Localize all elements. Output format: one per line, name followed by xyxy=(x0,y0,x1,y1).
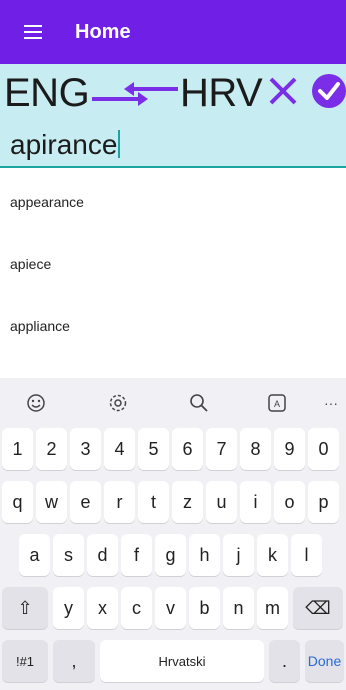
svg-text:A: A xyxy=(274,399,280,409)
input-text: apirance xyxy=(10,128,121,162)
key[interactable]: c xyxy=(121,587,152,629)
key[interactable]: 6 xyxy=(172,428,203,470)
key[interactable]: 1 xyxy=(2,428,33,470)
suggestion-item[interactable]: appearance xyxy=(10,194,84,210)
suggestion-item[interactable]: appliance xyxy=(10,318,70,334)
on-screen-keyboard: A ··· 1 2 3 4 5 6 7 8 9 0 q w e r t z u … xyxy=(0,378,346,690)
key[interactable]: x xyxy=(87,587,118,629)
period-key[interactable]: . xyxy=(269,640,300,682)
key[interactable]: s xyxy=(53,534,84,576)
key[interactable]: z xyxy=(172,481,203,523)
app-bar: Home xyxy=(0,0,346,64)
input-value: apirance xyxy=(10,129,118,160)
text-caret xyxy=(118,130,121,158)
search-icon[interactable] xyxy=(188,392,210,414)
suggestion-item[interactable]: apiece xyxy=(10,256,51,272)
key[interactable]: k xyxy=(257,534,288,576)
source-language[interactable]: ENG xyxy=(4,70,90,116)
comma-key[interactable]: , xyxy=(53,640,95,682)
key[interactable]: w xyxy=(36,481,67,523)
key[interactable]: p xyxy=(308,481,339,523)
key[interactable]: 5 xyxy=(138,428,169,470)
key[interactable]: 7 xyxy=(206,428,237,470)
shift-key[interactable]: ⇧ xyxy=(2,587,48,629)
keyboard-toolbar: A ··· xyxy=(0,378,346,424)
key[interactable]: 2 xyxy=(36,428,67,470)
space-key[interactable]: Hrvatski xyxy=(100,640,264,682)
close-icon[interactable] xyxy=(268,76,298,106)
key[interactable]: r xyxy=(104,481,135,523)
key[interactable]: u xyxy=(206,481,237,523)
check-circle-icon[interactable] xyxy=(310,72,346,110)
key[interactable]: l xyxy=(291,534,322,576)
key[interactable]: 4 xyxy=(104,428,135,470)
more-icon[interactable]: ··· xyxy=(320,392,342,414)
backspace-key[interactable]: ⌫ xyxy=(293,587,343,629)
swap-arrows-icon[interactable] xyxy=(90,72,182,116)
key[interactable]: i xyxy=(240,481,271,523)
translate-icon[interactable]: A xyxy=(266,392,288,414)
key[interactable]: v xyxy=(155,587,186,629)
key[interactable]: t xyxy=(138,481,169,523)
settings-icon[interactable] xyxy=(107,392,129,414)
word-input[interactable]: apirance xyxy=(0,122,346,168)
page-title: Home xyxy=(75,20,131,43)
key[interactable]: m xyxy=(257,587,288,629)
key[interactable]: g xyxy=(155,534,186,576)
key[interactable]: j xyxy=(223,534,254,576)
hamburger-menu-icon[interactable] xyxy=(24,25,42,39)
key[interactable]: d xyxy=(87,534,118,576)
key[interactable]: e xyxy=(70,481,101,523)
key[interactable]: o xyxy=(274,481,305,523)
key[interactable]: f xyxy=(121,534,152,576)
key[interactable]: 3 xyxy=(70,428,101,470)
key[interactable]: 8 xyxy=(240,428,271,470)
symbols-key[interactable]: !#1 xyxy=(2,640,48,682)
key[interactable]: q xyxy=(2,481,33,523)
key[interactable]: 0 xyxy=(308,428,339,470)
key[interactable]: b xyxy=(189,587,220,629)
target-language[interactable]: HRV xyxy=(180,70,263,116)
language-bar: ENG HRV xyxy=(0,64,346,122)
done-key[interactable]: Done xyxy=(305,640,344,682)
key[interactable]: a xyxy=(19,534,50,576)
key[interactable]: 9 xyxy=(274,428,305,470)
emoji-icon[interactable] xyxy=(25,392,47,414)
key[interactable]: h xyxy=(189,534,220,576)
key[interactable]: n xyxy=(223,587,254,629)
key[interactable]: y xyxy=(53,587,84,629)
